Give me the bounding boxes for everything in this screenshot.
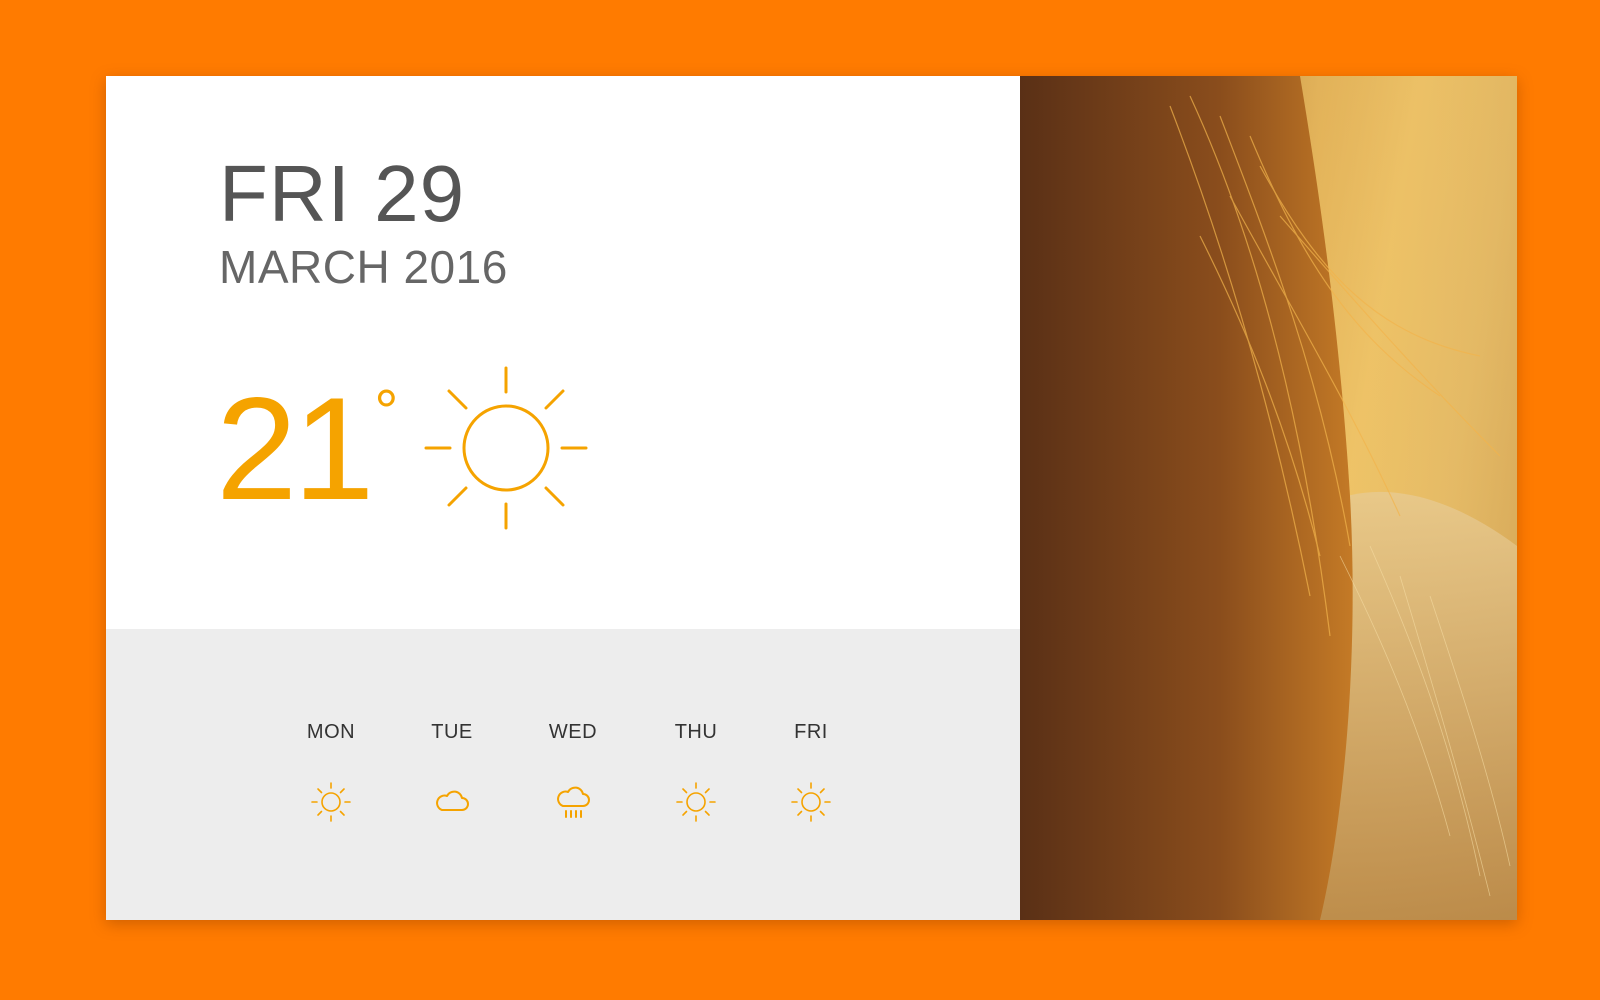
weather-panel: FRI 29 MARCH 2016 21 ° MON TUE WED THU F… <box>106 76 1020 920</box>
forecast-day-label: MON <box>306 721 356 743</box>
forecast-day-label: THU <box>674 721 718 743</box>
sun-icon <box>676 782 716 822</box>
sun-icon <box>791 782 831 822</box>
forecast-day-label: TUE <box>431 721 473 743</box>
temperature-value: 21 <box>216 367 374 530</box>
date-label: MARCH 2016 <box>219 241 508 293</box>
forecast-day-wed: WED <box>528 721 618 824</box>
forecast-section: MON TUE WED THU FRI <box>106 629 1020 920</box>
cloud-icon <box>436 790 469 811</box>
forecast-day-tue: TUE <box>407 721 497 824</box>
forecast-day-fri: FRI <box>766 721 856 824</box>
today-section: FRI 29 MARCH 2016 21 ° <box>106 76 1020 629</box>
degree-symbol: ° <box>374 378 399 445</box>
background-photo <box>1020 76 1517 920</box>
forecast-day-label: FRI <box>794 721 828 743</box>
forecast-day-label: WED <box>548 721 598 743</box>
hair-illustration <box>1020 76 1517 920</box>
temperature: 21 ° <box>216 376 398 522</box>
rain-cloud-icon <box>557 786 590 818</box>
weather-card: FRI 29 MARCH 2016 21 ° MON TUE WED THU F… <box>106 76 1517 920</box>
forecast-day-mon: MON <box>286 721 376 824</box>
sun-icon <box>311 782 351 822</box>
forecast-day-thu: THU <box>651 721 741 824</box>
sun-icon <box>424 366 588 530</box>
day-label: FRI 29 <box>219 149 466 238</box>
